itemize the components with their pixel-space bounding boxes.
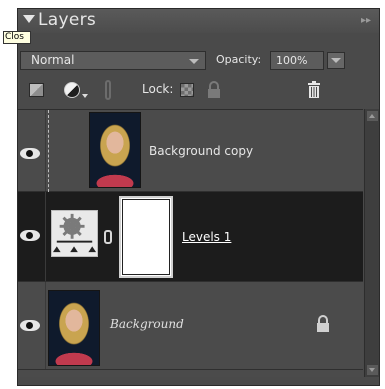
opacity-label: Opacity:	[216, 53, 262, 66]
chevron-down-icon	[331, 58, 341, 63]
blend-mode-select[interactable]: Normal	[20, 51, 206, 70]
opacity-input[interactable]: 100%	[270, 51, 324, 70]
caret-down-icon[interactable]	[82, 94, 88, 98]
layers-list: Background copy Levels 1 Background	[18, 109, 363, 377]
levels-adjustment-icon	[51, 210, 98, 257]
adjustment-layer-icon[interactable]	[64, 82, 80, 98]
new-layer-icon[interactable]	[29, 83, 44, 97]
panel-titlebar[interactable]: Layers ▸▸	[18, 9, 379, 33]
layer-name[interactable]: Background copy	[149, 144, 253, 158]
collapse-triangle-icon[interactable]	[23, 15, 35, 23]
layers-scrollbar[interactable]	[364, 109, 379, 377]
chevron-down-icon	[189, 59, 199, 64]
lock-all-icon[interactable]	[206, 81, 222, 99]
clip-chain-line	[48, 110, 50, 192]
eye-icon[interactable]	[20, 230, 40, 241]
eye-icon[interactable]	[20, 148, 40, 159]
lock-transparency-icon[interactable]	[180, 83, 194, 97]
link-layers-icon[interactable]	[105, 80, 111, 100]
visibility-toggle[interactable]	[18, 192, 46, 281]
panel-menu-icon[interactable]: ▸▸	[361, 15, 371, 26]
visibility-toggle[interactable]	[18, 110, 46, 191]
layer-row-background[interactable]: Background	[18, 282, 363, 370]
blend-mode-value: Normal	[31, 53, 75, 67]
scroll-down-arrow-icon[interactable]	[367, 365, 378, 375]
trash-icon[interactable]	[307, 81, 321, 99]
lock-label: Lock:	[142, 82, 174, 96]
layer-row-background-copy[interactable]: Background copy	[18, 110, 363, 192]
visibility-toggle[interactable]	[18, 282, 46, 369]
layer-thumbnail	[89, 112, 141, 188]
opacity-dropdown-button[interactable]	[327, 52, 345, 69]
layer-mask-thumbnail[interactable]	[119, 196, 173, 278]
layer-row-levels-1[interactable]: Levels 1	[18, 192, 363, 282]
mask-link-icon[interactable]	[104, 230, 112, 244]
close-tooltip: Clos	[3, 31, 31, 44]
layer-name[interactable]: Background	[110, 317, 184, 331]
lock-icon	[317, 315, 329, 332]
layer-name[interactable]: Levels 1	[182, 230, 231, 244]
scroll-up-arrow-icon[interactable]	[367, 111, 378, 121]
eye-icon[interactable]	[20, 320, 40, 331]
layers-panel: Layers ▸▸ Clos Normal Opacity: 100% Lock…	[3, 8, 380, 386]
panel-title: Layers	[38, 10, 97, 30]
layer-thumbnail	[48, 290, 100, 366]
